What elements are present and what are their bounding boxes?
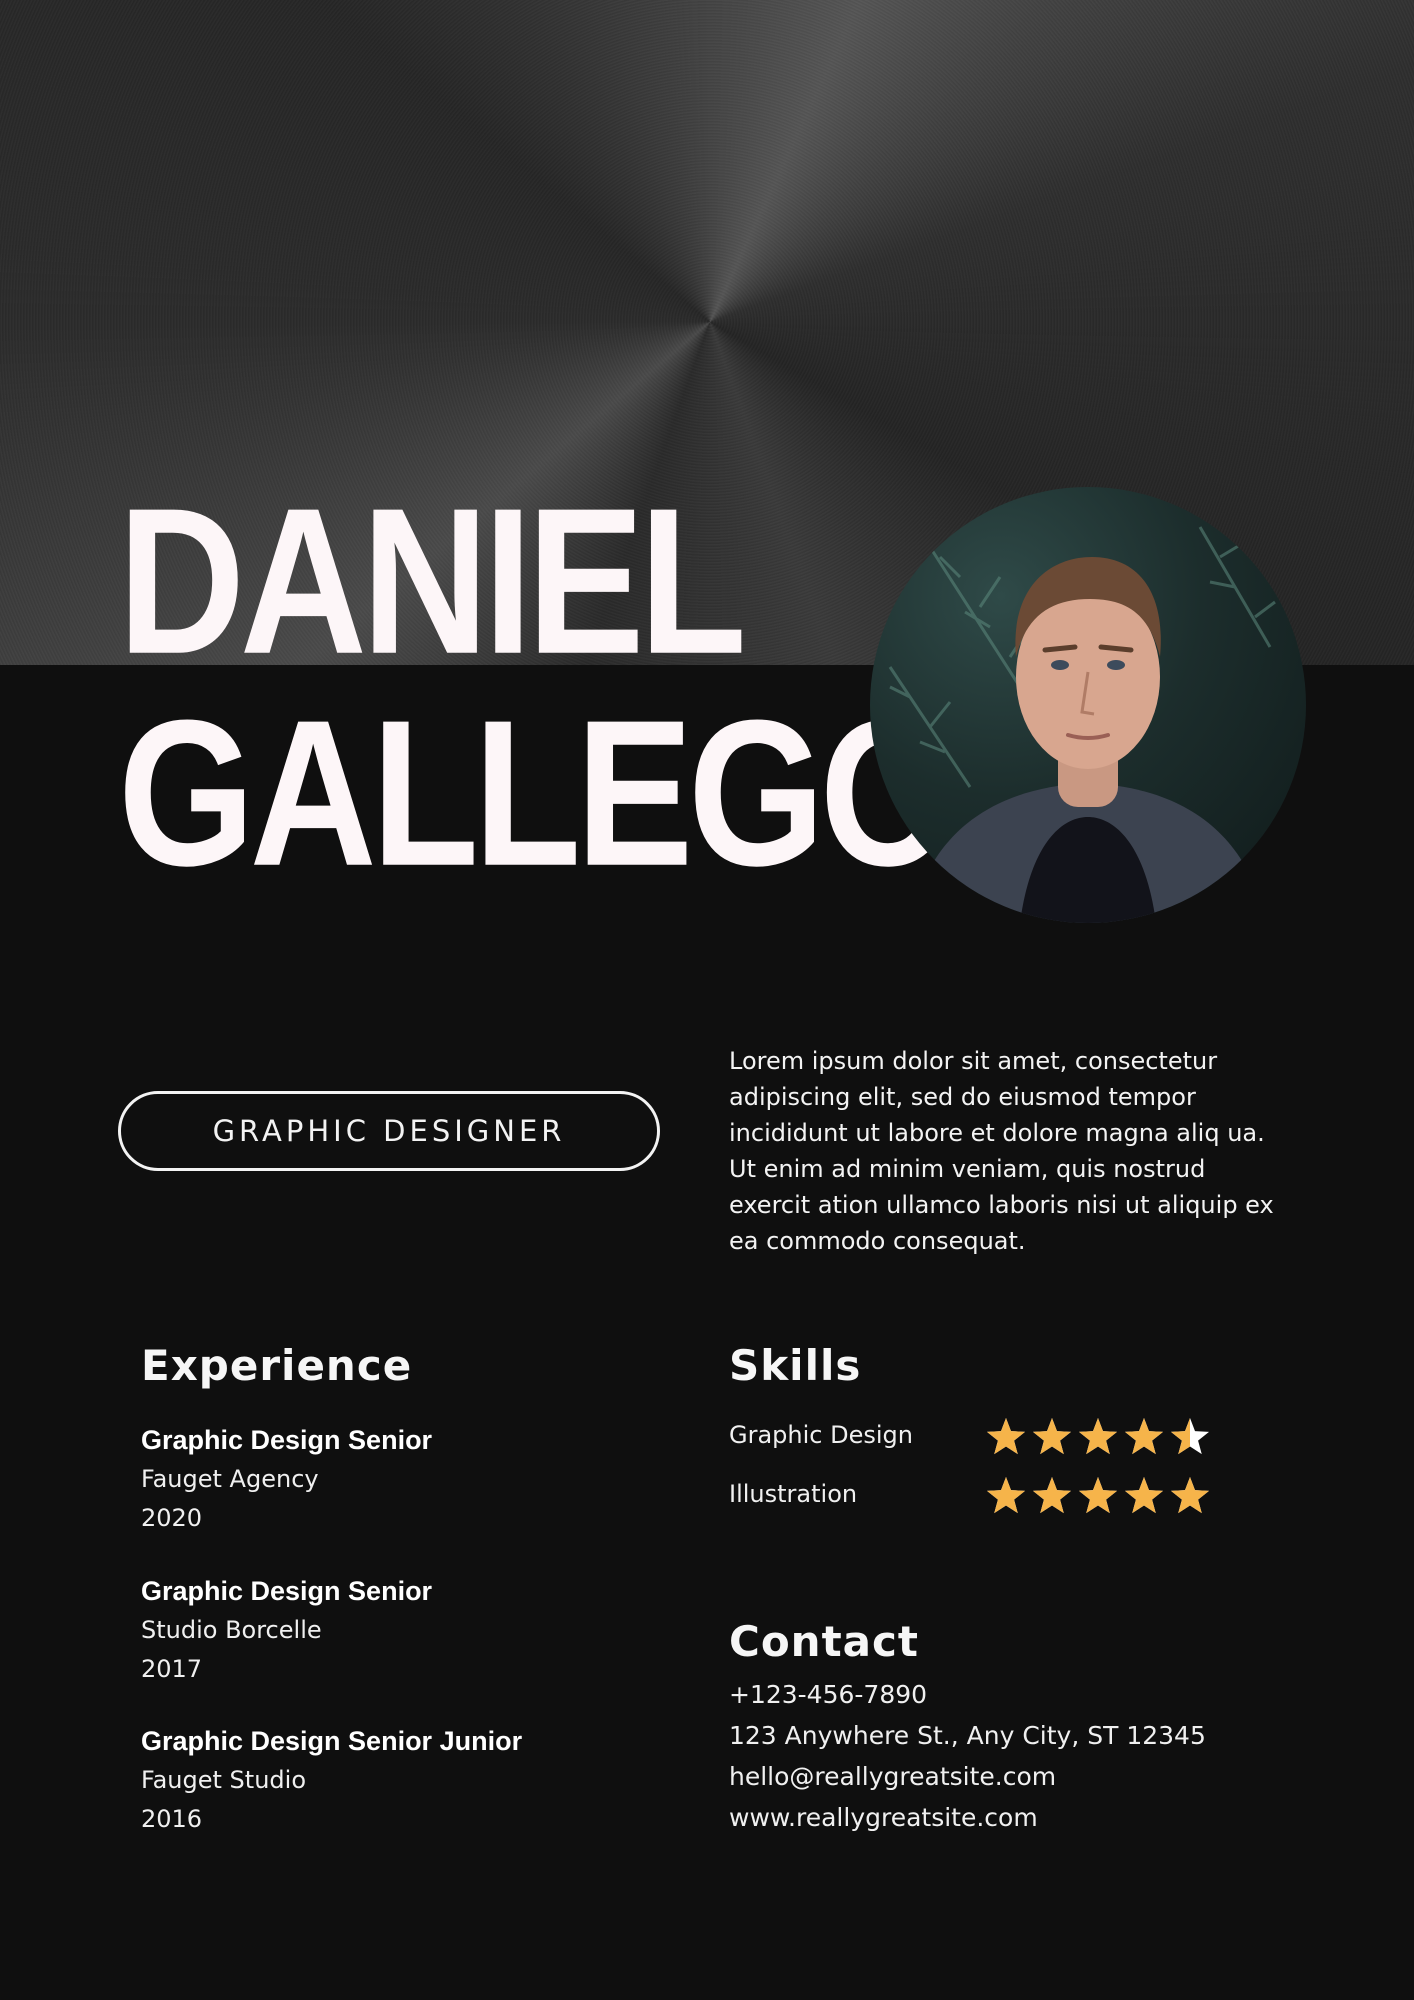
profile-photo	[870, 487, 1306, 923]
portrait-icon	[888, 526, 1276, 923]
experience-role: Graphic Design Senior	[141, 1425, 433, 1455]
experience-year: 2016	[141, 1805, 203, 1833]
contact-heading: Contact	[729, 1617, 919, 1666]
star-rating	[986, 1418, 1210, 1455]
experience-role: Graphic Design Senior	[141, 1576, 433, 1606]
contact-website[interactable]: www.reallygreatsite.com	[729, 1803, 1038, 1832]
star-filled-icon	[1124, 1418, 1164, 1455]
experience-year: 2017	[141, 1655, 203, 1683]
contact-address: 123 Anywhere St., Any City, ST 12345	[729, 1721, 1206, 1750]
skill-row: Illustration	[729, 1472, 1229, 1522]
bio-text: Lorem ipsum dolor sit amet, consectetur …	[729, 1047, 1274, 1255]
star-filled-icon	[1078, 1418, 1118, 1455]
first-name: DANIEL	[118, 465, 747, 698]
star-filled-icon	[986, 1418, 1026, 1455]
last-name: GALLEGO	[118, 677, 957, 910]
star-filled-icon	[1078, 1477, 1118, 1514]
experience-company: Fauget Studio	[141, 1766, 306, 1794]
star-rating	[986, 1477, 1210, 1514]
experience-role: Graphic Design Senior Junior	[141, 1726, 523, 1756]
contact-phone: +123-456-7890	[729, 1680, 928, 1709]
skills-heading: Skills	[729, 1341, 862, 1390]
skill-row: Graphic Design	[729, 1413, 1229, 1463]
job-title-badge: GRAPHIC DESIGNER	[118, 1091, 660, 1171]
experience-company: Studio Borcelle	[141, 1616, 322, 1644]
experience-company: Fauget Agency	[141, 1465, 319, 1493]
star-filled-icon	[1032, 1418, 1072, 1455]
star-filled-icon	[1124, 1477, 1164, 1514]
contact-email[interactable]: hello@reallygreatsite.com	[729, 1762, 1056, 1791]
skill-label: Illustration	[729, 1480, 858, 1508]
experience-year: 2020	[141, 1504, 203, 1532]
star-filled-icon	[1170, 1477, 1210, 1514]
skill-label: Graphic Design	[729, 1421, 913, 1449]
experience-heading: Experience	[141, 1341, 413, 1390]
star-filled-icon	[986, 1477, 1026, 1514]
experience-item: Graphic Design Senior Fauget Agency 2020	[141, 1420, 432, 1538]
experience-item: Graphic Design Senior Studio Borcelle 20…	[141, 1571, 432, 1689]
star-filled-icon	[1032, 1477, 1072, 1514]
experience-item: Graphic Design Senior Junior Fauget Stud…	[141, 1721, 522, 1839]
